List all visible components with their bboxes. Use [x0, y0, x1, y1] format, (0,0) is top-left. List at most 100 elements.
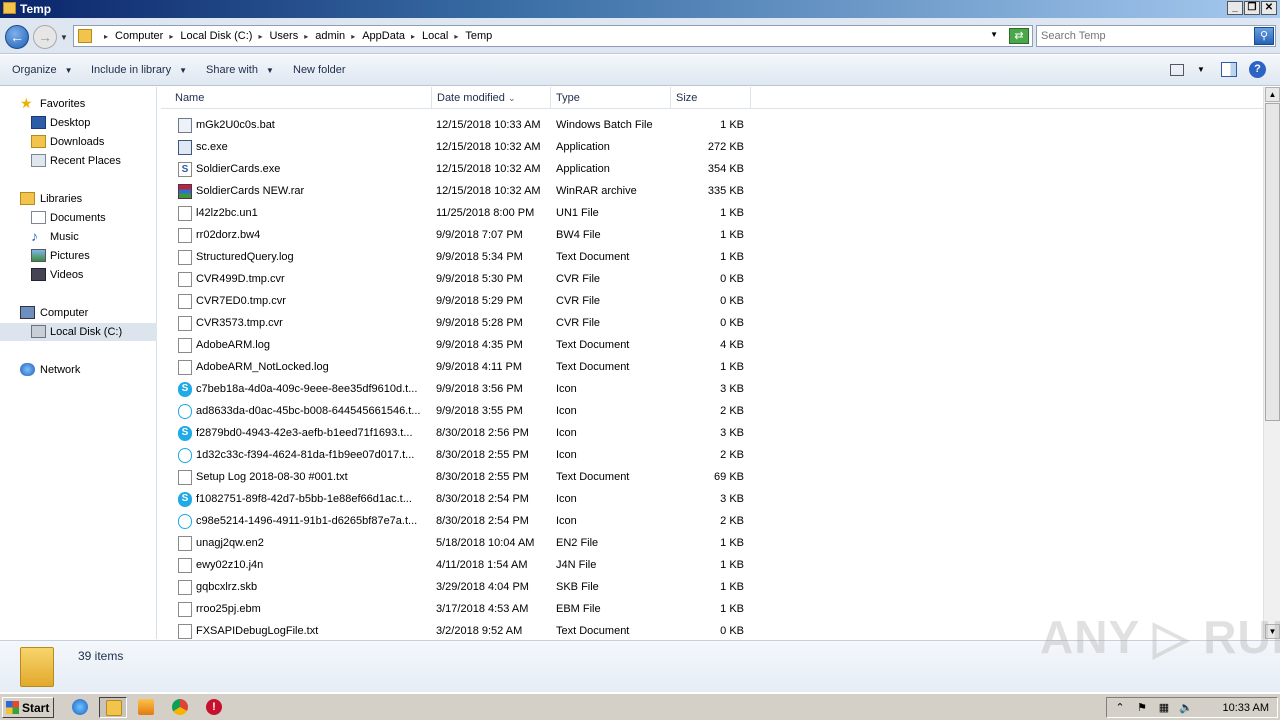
- breadcrumb-item[interactable]: ▸ Local Disk (C:): [163, 30, 252, 42]
- file-row[interactable]: CVR3573.tmp.cvr 9/9/2018 5:28 PM CVR File 0…: [161, 312, 761, 334]
- breadcrumb-arrow-icon[interactable]: ▸: [351, 32, 355, 41]
- forward-button[interactable]: →: [33, 25, 57, 49]
- taskbar-media-player[interactable]: [132, 697, 160, 718]
- organize-button[interactable]: Organize ▼: [12, 64, 73, 76]
- clock[interactable]: 10:33 AM: [1223, 702, 1269, 714]
- file-type: Application: [556, 163, 610, 175]
- help-icon[interactable]: ?: [1249, 61, 1266, 78]
- new-folder-button[interactable]: New folder: [293, 64, 346, 76]
- file-row[interactable]: mGk2U0c0s.bat 12/15/2018 10:33 AM Windows …: [161, 114, 761, 136]
- breadcrumb-item[interactable]: ▸ Computer: [98, 30, 163, 42]
- refresh-button[interactable]: ⇄: [1009, 28, 1029, 44]
- taskbar-warning-app[interactable]: !: [200, 697, 228, 718]
- file-row[interactable]: SoldierCards NEW.rar 12/15/2018 10:32 AM W…: [161, 180, 761, 202]
- breadcrumb-item[interactable]: ▸ Users: [252, 30, 298, 42]
- column-header-date[interactable]: Date modified ⌄: [432, 87, 551, 109]
- column-header-name[interactable]: Name: [170, 87, 432, 109]
- file-date-modified: 12/15/2018 10:32 AM: [436, 185, 541, 197]
- file-row[interactable]: CVR499D.tmp.cvr 9/9/2018 5:30 PM CVR File 0…: [161, 268, 761, 290]
- file-row[interactable]: CVR7ED0.tmp.cvr 9/9/2018 5:29 PM CVR File 0…: [161, 290, 761, 312]
- recent-pages-dropdown-icon[interactable]: ▼: [60, 33, 68, 42]
- nav-favorites[interactable]: ★ Favorites: [0, 95, 157, 113]
- file-size: 2 KB: [720, 405, 744, 417]
- file-row[interactable]: ewy02z10.j4n 4/11/2018 1:54 AM J4N File 1 K…: [161, 554, 761, 576]
- file-row[interactable]: l42lz2bc.un1 11/25/2018 8:00 PM UN1 File 1 …: [161, 202, 761, 224]
- view-options-dropdown-icon[interactable]: ▼: [1197, 65, 1205, 74]
- breadcrumb-arrow-icon[interactable]: ▸: [258, 32, 262, 41]
- action-center-flag-icon[interactable]: ⚑: [1135, 701, 1149, 715]
- search-icon[interactable]: ⚲: [1254, 27, 1274, 45]
- show-hidden-icons-icon[interactable]: ⌃: [1113, 701, 1127, 715]
- column-header-size[interactable]: Size: [671, 87, 751, 109]
- file-row[interactable]: gqbcxlrz.skb 3/29/2018 4:04 PM SKB File 1 K…: [161, 576, 761, 598]
- breadcrumb-item[interactable]: ▸ admin: [298, 30, 345, 42]
- breadcrumb-arrow-icon[interactable]: ▸: [411, 32, 415, 41]
- minimize-button[interactable]: _: [1227, 1, 1243, 15]
- nav-libraries[interactable]: Libraries: [0, 190, 157, 208]
- file-row[interactable]: FXSAPIDebugLogFile.txt 3/2/2018 9:52 AM Te…: [161, 620, 761, 639]
- back-button[interactable]: ←: [5, 25, 29, 49]
- change-view-icon[interactable]: [1170, 64, 1184, 76]
- file-row[interactable]: StructuredQuery.log 9/9/2018 5:34 PM Text …: [161, 246, 761, 268]
- breadcrumb-arrow-icon[interactable]: ▸: [304, 32, 308, 41]
- taskbar-internet-explorer[interactable]: [66, 697, 94, 718]
- volume-icon[interactable]: 🔈: [1179, 701, 1193, 715]
- file-row[interactable]: 1d32c33c-f394-4624-81da-f1b9ee07d017.t..…: [161, 444, 761, 466]
- nav-computer[interactable]: Computer: [0, 304, 157, 322]
- file-row[interactable]: sc.exe 12/15/2018 10:32 AM Application 272 …: [161, 136, 761, 158]
- nav-item-documents[interactable]: Documents: [0, 209, 157, 227]
- nav-item-local-disk[interactable]: Local Disk (C:): [0, 323, 157, 341]
- include-in-library-button[interactable]: Include in library ▼: [91, 64, 187, 76]
- folder-icon: [78, 29, 92, 43]
- breadcrumb-item[interactable]: ▸ AppData: [345, 30, 405, 42]
- scroll-up-arrow-icon[interactable]: ▲: [1265, 87, 1280, 102]
- file-row[interactable]: ad8633da-d0ac-45bc-b008-644545661546.t..…: [161, 400, 761, 422]
- search-box[interactable]: ⚲: [1036, 25, 1276, 47]
- breadcrumb-arrow-icon[interactable]: ▸: [104, 32, 108, 41]
- address-box[interactable]: ▸ Computer ▸ Local Disk (C:) ▸ Users ▸ admin ▸ Ap…: [73, 25, 1033, 47]
- file-row[interactable]: rr02dorz.bw4 9/9/2018 7:07 PM BW4 File 1 KB: [161, 224, 761, 246]
- breadcrumb-arrow-icon[interactable]: ▸: [169, 32, 173, 41]
- computer-icon: [20, 306, 35, 319]
- file-size: 1 KB: [720, 581, 744, 593]
- nav-network[interactable]: Network: [0, 361, 157, 379]
- nav-item-downloads[interactable]: Downloads: [0, 133, 157, 151]
- file-row[interactable]: c98e5214-1496-4911-91b1-d6265bf87e7a.t..…: [161, 510, 761, 532]
- address-history-dropdown-icon[interactable]: ▼: [990, 30, 998, 39]
- file-name: 1d32c33c-f394-4624-81da-f1b9ee07d017.t..…: [196, 449, 415, 461]
- breadcrumb-item[interactable]: ▸ Local: [405, 30, 448, 42]
- file-row[interactable]: rroo25pj.ebm 3/17/2018 4:53 AM EBM File 1 K…: [161, 598, 761, 620]
- network-status-icon[interactable]: ▦: [1157, 701, 1171, 715]
- breadcrumb-arrow-icon[interactable]: ▸: [454, 32, 458, 41]
- nav-item-pictures[interactable]: Pictures: [0, 247, 157, 265]
- start-button[interactable]: Start: [2, 697, 54, 718]
- file-row[interactable]: AdobeARM.log 9/9/2018 4:35 PM Text Documen…: [161, 334, 761, 356]
- nav-item-recent-places[interactable]: Recent Places: [0, 152, 157, 170]
- nav-item-music[interactable]: ♪ Music: [0, 228, 157, 246]
- file-row[interactable]: Sc7beb18a-4d0a-409c-9eee-8ee35df9610d.t.…: [161, 378, 761, 400]
- vertical-scrollbar[interactable]: ▲ ▼: [1263, 87, 1280, 639]
- file-row[interactable]: Sf1082751-89f8-42d7-b5bb-1e88ef66d1ac.t.…: [161, 488, 761, 510]
- preview-pane-icon[interactable]: [1221, 62, 1237, 77]
- scrollbar-thumb[interactable]: [1265, 103, 1280, 421]
- file-row[interactable]: S SoldierCards.exe 12/15/2018 10:32 AM Appl…: [161, 158, 761, 180]
- file-row[interactable]: Setup Log 2018-08-30 #001.txt 8/30/2018 2…: [161, 466, 761, 488]
- file-row[interactable]: unagj2qw.en2 5/18/2018 10:04 AM EN2 File 1 …: [161, 532, 761, 554]
- file-row[interactable]: Sf2879bd0-4943-42e3-aefb-b1eed71f1693.t.…: [161, 422, 761, 444]
- file-date-modified: 9/9/2018 4:11 PM: [436, 361, 523, 373]
- nav-item-videos[interactable]: Videos: [0, 266, 157, 284]
- column-header-type[interactable]: Type: [551, 87, 671, 109]
- search-input[interactable]: [1041, 29, 1251, 43]
- file-row[interactable]: AdobeARM_NotLocked.log 9/9/2018 4:11 PM Te…: [161, 356, 761, 378]
- taskbar-windows-explorer[interactable]: [99, 697, 127, 718]
- breadcrumb-item[interactable]: ▸ Temp: [448, 30, 492, 42]
- share-with-button[interactable]: Share with ▼: [206, 64, 274, 76]
- taskbar-chrome[interactable]: [166, 697, 194, 718]
- file-list: mGk2U0c0s.bat 12/15/2018 10:33 AM Windows …: [161, 110, 1263, 639]
- close-button[interactable]: ✕: [1261, 1, 1277, 15]
- media-player-icon: [138, 699, 154, 715]
- nav-item-desktop[interactable]: Desktop: [0, 114, 157, 132]
- nav-item-label: Videos: [50, 269, 84, 281]
- batch-file-icon: [178, 118, 192, 133]
- maximize-button[interactable]: ❐: [1244, 1, 1260, 15]
